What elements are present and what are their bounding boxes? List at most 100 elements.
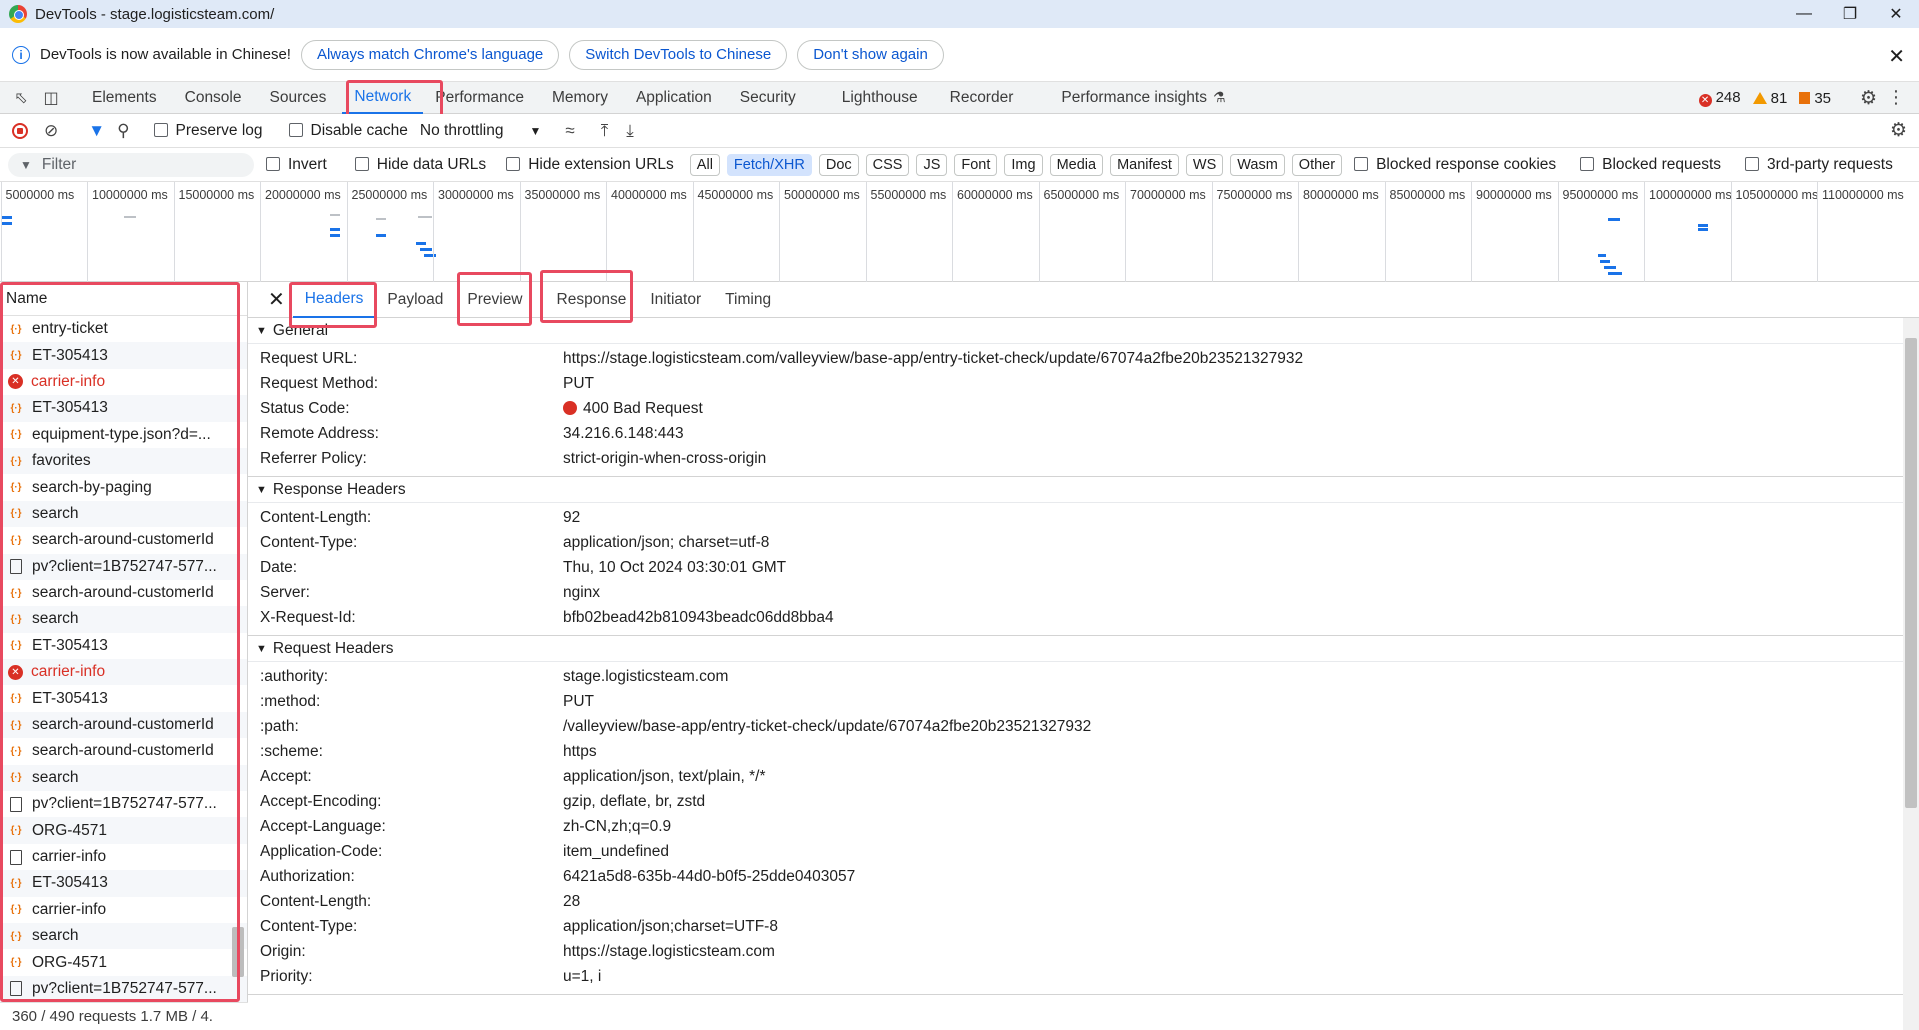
preserve-log-checkbox[interactable]: Preserve log bbox=[153, 122, 263, 140]
header-value[interactable]: application/json, text/plain, */* bbox=[563, 768, 765, 786]
match-language-button[interactable]: Always match Chrome's language bbox=[300, 39, 560, 70]
header-value[interactable]: PUT bbox=[563, 375, 594, 393]
detail-tab-initiator[interactable]: Initiator bbox=[638, 282, 713, 318]
type-manifest[interactable]: Manifest bbox=[1110, 153, 1179, 176]
request-row[interactable]: {·} entry-ticket bbox=[0, 316, 247, 342]
invert-checkbox[interactable]: Invert bbox=[266, 156, 327, 174]
header-value[interactable]: gzip, deflate, br, zstd bbox=[563, 793, 705, 811]
tab-network[interactable]: Network bbox=[342, 82, 424, 114]
request-row[interactable]: {·} search bbox=[0, 500, 247, 528]
type-wasm[interactable]: Wasm bbox=[1230, 153, 1285, 176]
export-har-icon[interactable]: ⤓ bbox=[626, 121, 634, 141]
info-count[interactable]: 35 bbox=[1799, 90, 1831, 107]
tab-recorder[interactable]: Recorder bbox=[938, 82, 1026, 114]
request-row[interactable]: {·} search-around-customerId bbox=[0, 527, 247, 553]
type-font[interactable]: Font bbox=[954, 153, 998, 176]
section-header-request-headers[interactable]: ▼ Request Headers bbox=[248, 636, 1919, 662]
request-list-scrollbar[interactable] bbox=[232, 927, 244, 977]
request-row[interactable]: {·} ET-305413 bbox=[0, 870, 247, 897]
restore-icon[interactable]: ❐ bbox=[1827, 0, 1873, 28]
type-img[interactable]: Img bbox=[1004, 153, 1043, 176]
request-row[interactable]: carrier-info bbox=[0, 844, 247, 870]
request-row[interactable]: {·} equipment-type.json?d=... bbox=[0, 422, 247, 448]
request-row[interactable]: {·} search bbox=[0, 764, 247, 792]
throttling-select[interactable]: No throttling ▼ bbox=[420, 122, 541, 140]
network-settings-icon[interactable]: ⚙ bbox=[1890, 119, 1907, 142]
type-fetch-xhr[interactable]: Fetch/XHR bbox=[726, 153, 812, 176]
type-css[interactable]: CSS bbox=[865, 153, 910, 176]
tab-performance-insights[interactable]: Performance insights bbox=[1049, 82, 1219, 114]
detail-scrollbar-thumb[interactable] bbox=[1905, 338, 1917, 808]
header-value[interactable]: item_undefined bbox=[563, 843, 669, 861]
device-toolbar-icon[interactable]: ◫ bbox=[36, 88, 66, 108]
header-value[interactable]: strict-origin-when-cross-origin bbox=[563, 450, 766, 468]
detail-scrollbar[interactable] bbox=[1903, 318, 1919, 1030]
detail-tab-response[interactable]: Response bbox=[545, 282, 639, 318]
header-value[interactable]: bfb02bead42b810943beadc06dd8bba4 bbox=[563, 609, 834, 627]
dont-show-button[interactable]: Don't show again bbox=[797, 39, 944, 70]
tab-lighthouse[interactable]: Lighthouse bbox=[830, 82, 930, 114]
section-header-response-headers[interactable]: ▼ Response Headers bbox=[248, 477, 1919, 503]
section-header-general[interactable]: ▼ General bbox=[248, 318, 1919, 344]
request-row[interactable]: pv?client=1B752747-577... bbox=[0, 975, 247, 1003]
blocked-cookies-checkbox[interactable]: Blocked response cookies bbox=[1354, 156, 1556, 174]
request-row[interactable]: {·} ET-305413 bbox=[0, 633, 247, 659]
network-overview-timeline[interactable]: 5000000 ms 10000000 ms 15000000 ms 20000000… bbox=[0, 182, 1919, 282]
header-value[interactable]: Thu, 10 Oct 2024 03:30:01 GMT bbox=[563, 559, 786, 577]
tab-application[interactable]: Application bbox=[624, 82, 724, 114]
header-value[interactable]: application/json;charset=UTF-8 bbox=[563, 918, 778, 936]
third-party-checkbox[interactable]: 3rd-party requests bbox=[1745, 156, 1893, 174]
header-value[interactable]: application/json; charset=utf-8 bbox=[563, 534, 769, 552]
issue-counters[interactable]: ✕ 248 81 35 bbox=[1698, 82, 1831, 114]
type-other[interactable]: Other bbox=[1291, 153, 1343, 176]
tab-memory[interactable]: Memory bbox=[540, 82, 620, 114]
request-row[interactable]: {·} ORG-4571 bbox=[0, 949, 247, 975]
request-row[interactable]: {·} search-by-paging bbox=[0, 474, 247, 500]
header-value[interactable]: 400 Bad Request bbox=[563, 400, 703, 418]
request-row[interactable]: ✕ carrier-info bbox=[0, 369, 247, 395]
settings-gear-icon[interactable]: ⚙ bbox=[1860, 87, 1877, 110]
request-row[interactable]: ✕ carrier-info bbox=[0, 659, 247, 686]
disable-cache-checkbox[interactable]: Disable cache bbox=[288, 122, 408, 140]
minimize-icon[interactable]: — bbox=[1781, 0, 1827, 28]
import-har-icon[interactable]: ⤒ bbox=[601, 121, 609, 141]
hide-ext-urls-checkbox[interactable]: Hide extension URLs bbox=[506, 156, 674, 174]
detail-tab-headers[interactable]: Headers bbox=[292, 282, 376, 318]
request-row[interactable]: {·} search-around-customerId bbox=[0, 580, 247, 606]
hide-data-urls-checkbox[interactable]: Hide data URLs bbox=[354, 156, 486, 174]
request-row[interactable]: {·} ORG-4571 bbox=[0, 817, 247, 844]
name-column-header[interactable]: Name bbox=[0, 282, 247, 316]
filter-input[interactable]: ▼ Filter bbox=[8, 152, 254, 177]
type-all[interactable]: All bbox=[689, 153, 720, 176]
detail-tab-timing[interactable]: Timing bbox=[713, 282, 783, 318]
request-row[interactable]: {·} ET-305413 bbox=[0, 685, 247, 711]
close-icon[interactable]: ✕ bbox=[1873, 0, 1919, 28]
header-value[interactable]: u=1, i bbox=[563, 968, 601, 986]
request-row[interactable]: {·} carrier-info bbox=[0, 897, 247, 923]
type-js[interactable]: JS bbox=[916, 153, 948, 176]
request-row[interactable]: pv?client=1B752747-577... bbox=[0, 791, 247, 817]
header-value[interactable]: zh-CN,zh;q=0.9 bbox=[563, 818, 671, 836]
header-value[interactable]: 6421a5d8-635b-44d0-b0f5-25dde0403057 bbox=[563, 868, 855, 886]
detail-tab-preview[interactable]: Preview bbox=[455, 282, 534, 318]
tab-security[interactable]: Security bbox=[728, 82, 808, 114]
header-value[interactable]: https://stage.logisticsteam.com bbox=[563, 943, 775, 961]
request-row[interactable]: {·} ET-305413 bbox=[0, 395, 247, 422]
type-media[interactable]: Media bbox=[1049, 153, 1104, 176]
close-detail-icon[interactable]: ✕ bbox=[268, 287, 285, 312]
more-options-icon[interactable]: ⋮ bbox=[1887, 87, 1905, 108]
switch-chinese-button[interactable]: Switch DevTools to Chinese bbox=[569, 39, 788, 70]
infobar-close-icon[interactable]: ✕ bbox=[1888, 44, 1905, 69]
header-value[interactable]: https bbox=[563, 743, 597, 761]
request-row[interactable]: {·} search-around-customerId bbox=[0, 738, 247, 764]
header-value[interactable]: 92 bbox=[563, 509, 580, 527]
error-count[interactable]: ✕ 248 bbox=[1698, 89, 1741, 107]
tab-console[interactable]: Console bbox=[173, 82, 254, 114]
detail-tab-payload[interactable]: Payload bbox=[375, 282, 455, 318]
header-value[interactable]: nginx bbox=[563, 584, 600, 602]
blocked-requests-checkbox[interactable]: Blocked requests bbox=[1580, 156, 1721, 174]
type-doc[interactable]: Doc bbox=[818, 153, 859, 176]
header-value[interactable]: /valleyview/base-app/entry-ticket-check/… bbox=[563, 718, 1091, 736]
request-row[interactable]: {·} ET-305413 bbox=[0, 342, 247, 369]
request-row[interactable]: {·} search-around-customerId bbox=[0, 711, 247, 739]
